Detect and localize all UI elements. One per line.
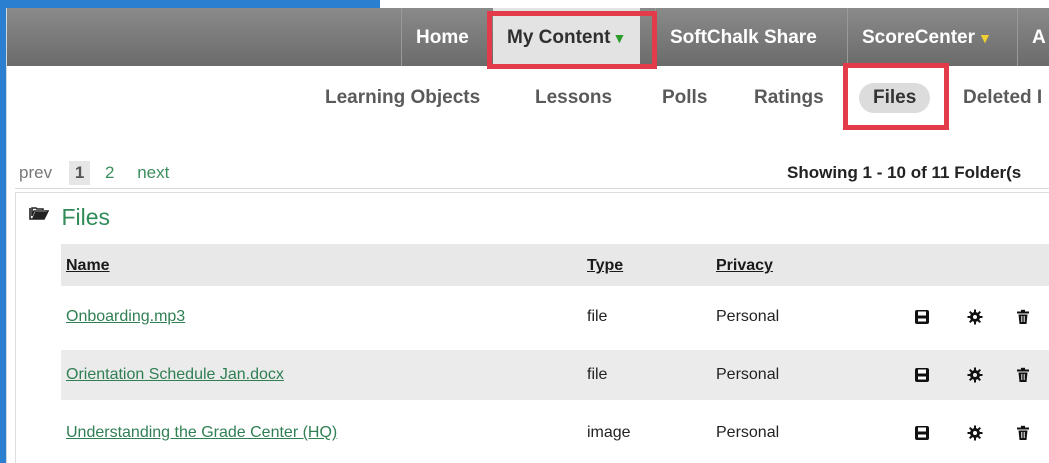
pagination-next[interactable]: next [137, 161, 169, 185]
save-icon[interactable] [914, 367, 930, 383]
content-card: Home My Content ▼ SoftChalk Share ScoreCe… [6, 8, 1049, 463]
subnav-polls[interactable]: Polls [662, 83, 707, 113]
table-row: Understanding the Grade Center (HQ) imag… [61, 408, 1049, 458]
file-type: file [587, 366, 608, 383]
column-header-type[interactable]: Type [587, 244, 623, 286]
table-row: Orientation Schedule Jan.docx file Perso… [61, 350, 1049, 400]
file-name-link[interactable]: Orientation Schedule Jan.docx [66, 350, 284, 400]
nav-scorecenter-label: ScoreCenter [862, 27, 975, 48]
file-type: file [587, 308, 608, 325]
caret-down-icon: ▼ [978, 30, 992, 46]
subnav-ratings-label: Ratings [754, 87, 824, 108]
subnav-learning-objects[interactable]: Learning Objects [325, 83, 480, 113]
file-name-link[interactable]: Onboarding.mp3 [66, 292, 185, 342]
pagination: prev 1 2 next [19, 161, 169, 185]
highlight-my-content [487, 11, 657, 69]
gear-icon[interactable] [967, 367, 983, 383]
nav-more-label: A [1032, 27, 1046, 48]
subnav-ratings[interactable]: Ratings [754, 83, 824, 113]
folder-open-icon [29, 202, 50, 232]
divider [15, 188, 1049, 189]
subnav-learning-objects-label: Learning Objects [325, 87, 481, 108]
file-name-link[interactable]: Understanding the Grade Center (HQ) [66, 408, 337, 458]
trash-icon[interactable] [1015, 309, 1031, 325]
subnav-polls-label: Polls [662, 87, 708, 108]
trash-icon[interactable] [1015, 367, 1031, 383]
save-icon[interactable] [914, 309, 930, 325]
nav-home-label: Home [416, 27, 469, 48]
trash-icon[interactable] [1015, 425, 1031, 441]
subnav-deleted-label: Deleted I [963, 87, 1043, 108]
file-privacy: Personal [716, 366, 780, 383]
save-icon[interactable] [914, 425, 930, 441]
files-heading: Files [29, 202, 110, 232]
nav-more[interactable]: A [1017, 8, 1049, 66]
nav-home[interactable]: Home [401, 8, 483, 66]
nav-softchalk-share[interactable]: SoftChalk Share [655, 8, 831, 66]
table-row: Onboarding.mp3 file Personal [61, 292, 1049, 342]
file-privacy: Personal [716, 424, 780, 441]
table-header: Name Type Privacy [61, 244, 1049, 286]
pagination-page-2[interactable]: 2 [105, 161, 114, 185]
file-privacy: Personal [716, 308, 780, 325]
highlight-files [843, 63, 949, 130]
file-type: image [587, 424, 631, 441]
results-count: Showing 1 - 10 of 11 Folder(s [787, 163, 1022, 182]
subnav-lessons[interactable]: Lessons [535, 83, 612, 113]
pagination-prev[interactable]: prev [19, 161, 52, 185]
nav-softchalk-share-label: SoftChalk Share [670, 27, 817, 48]
gear-icon[interactable] [967, 309, 983, 325]
subnav-lessons-label: Lessons [535, 87, 613, 108]
column-header-privacy[interactable]: Privacy [716, 244, 773, 286]
pagination-current-page: 1 [68, 161, 91, 185]
nav-scorecenter[interactable]: ScoreCenter ▼ [847, 8, 1006, 66]
subnav-deleted[interactable]: Deleted I [963, 83, 1042, 113]
gear-icon[interactable] [967, 425, 983, 441]
column-header-name[interactable]: Name [66, 244, 110, 286]
section-title: Files [61, 204, 111, 230]
